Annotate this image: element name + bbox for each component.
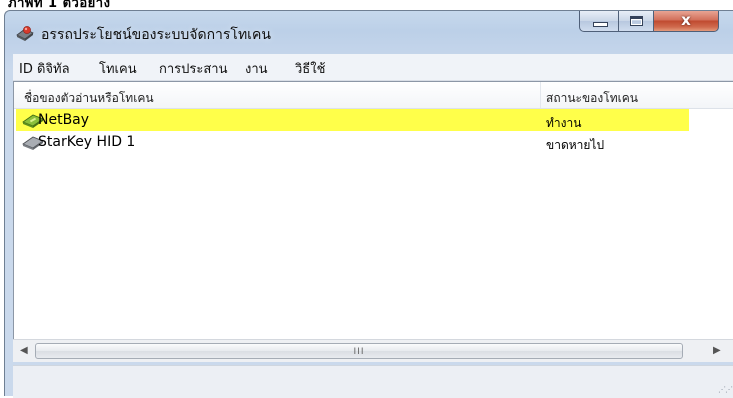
- caption-text: ภาพที่ 1 ตัวอย่าง: [8, 0, 111, 10]
- scroll-left-icon[interactable]: ◀: [20, 345, 28, 356]
- token-manager-window: อรรถประโยชน์ของระบบจัดการโทเคน x ID ดิจิ…: [4, 10, 733, 398]
- token-status: ขาดหายไป: [546, 138, 605, 152]
- token-name: NetBay: [38, 112, 90, 128]
- scroll-right-icon[interactable]: ▶: [713, 345, 721, 356]
- minimize-icon: [593, 22, 608, 27]
- token-app-icon: [16, 26, 34, 41]
- figure-caption: ภาพที่ 1 ตัวอย่าง: [0, 0, 733, 10]
- menu-token[interactable]: โทเคน: [99, 58, 137, 79]
- maximize-button[interactable]: [618, 11, 654, 32]
- title-bar[interactable]: อรรถประโยชน์ของระบบจัดการโทเคน x: [5, 11, 733, 51]
- window-title: อรรถประโยชน์ของระบบจัดการโทเคน: [41, 27, 271, 43]
- grip-icon: III: [353, 347, 365, 357]
- maximize-icon: [630, 16, 643, 26]
- menu-help[interactable]: วิธีใช้: [295, 58, 325, 79]
- caption-buttons: x: [579, 11, 732, 33]
- resize-grip-icon[interactable]: ⋰⋰: [718, 385, 733, 394]
- token-name: StarKey HID 1: [38, 134, 136, 150]
- status-bar: ⋰⋰: [13, 365, 733, 398]
- minimize-button[interactable]: [579, 11, 619, 32]
- close-button[interactable]: x: [653, 11, 719, 32]
- menu-tasks[interactable]: งาน: [245, 58, 268, 79]
- column-header-token-status[interactable]: สถานะของโทเคน: [546, 89, 638, 108]
- list-item[interactable]: NetBay ทำงาน: [16, 109, 689, 131]
- list-item[interactable]: StarKey HID 1 ขาดหายไป: [16, 131, 689, 153]
- close-icon: x: [681, 11, 691, 29]
- menu-digital-id[interactable]: ID ดิจิทัล: [19, 58, 70, 79]
- list-header: ชื่อของตัวอ่านหรือโทเคน สถานะของโทเคน: [14, 82, 733, 109]
- column-divider[interactable]: [540, 82, 541, 108]
- token-list: ชื่อของตัวอ่านหรือโทเคน สถานะของโทเคน Ne…: [13, 81, 733, 361]
- menu-bar: ID ดิจิทัล โทเคน การประสาน งาน วิธีใช้: [13, 54, 733, 81]
- horizontal-scrollbar[interactable]: ◀ III ▶: [13, 339, 733, 362]
- column-header-reader-name[interactable]: ชื่อของตัวอ่านหรือโทเคน: [24, 89, 154, 108]
- menu-sync[interactable]: การประสาน: [159, 58, 228, 79]
- scroll-thumb[interactable]: III: [35, 343, 683, 359]
